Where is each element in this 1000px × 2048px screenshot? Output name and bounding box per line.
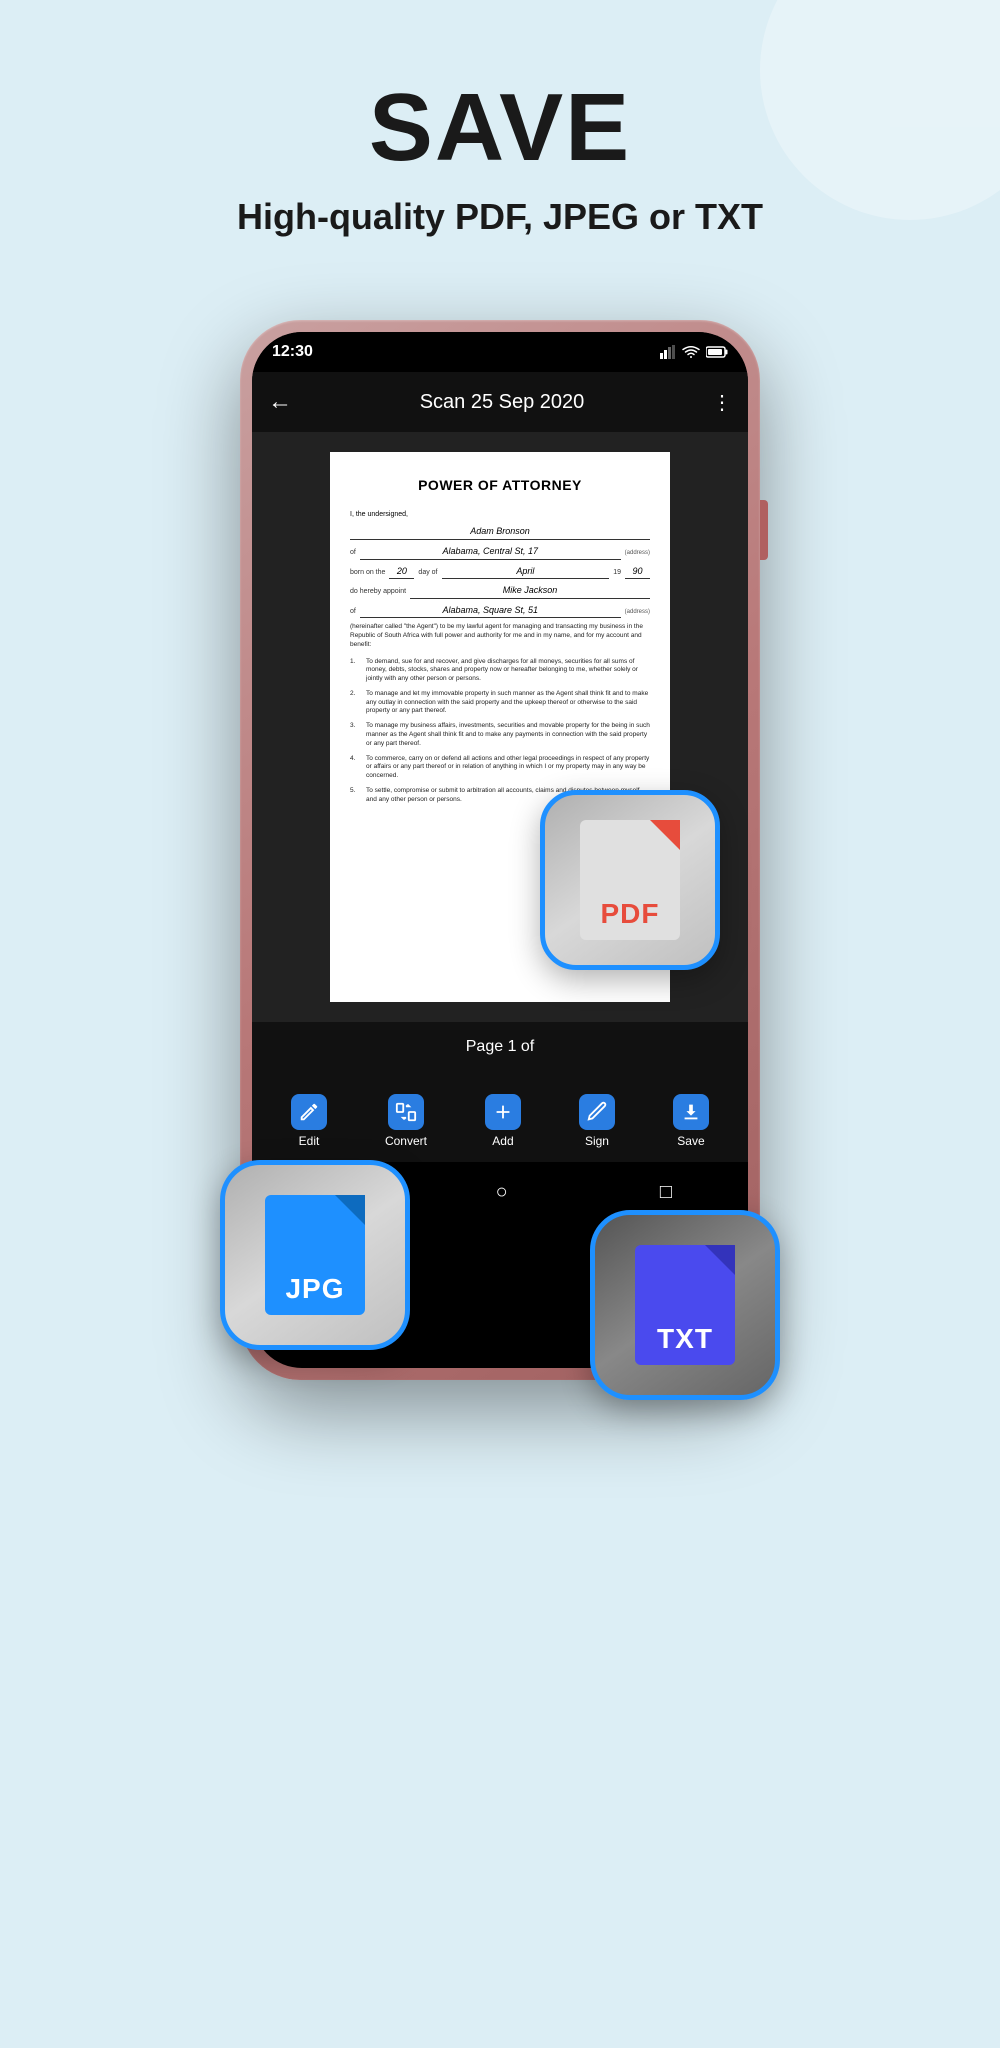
- save-svg: [680, 1101, 702, 1123]
- txt-icon-badge[interactable]: TXT: [590, 1210, 780, 1400]
- status-time: 12:30: [272, 343, 313, 361]
- doc-item-4: 4. To commerce, carry on or defend all a…: [350, 755, 650, 781]
- convert-svg: [395, 1101, 417, 1123]
- save-icon: [673, 1094, 709, 1130]
- page-text: Page 1 of: [466, 1038, 535, 1056]
- doc-born-year-val: 90: [625, 565, 650, 580]
- edit-svg: [298, 1101, 320, 1123]
- doc-born-line: born on the 20 day of April 19 90: [350, 565, 650, 580]
- doc-address-line: of Alabama, Central St, 17 (address): [350, 545, 650, 560]
- doc-address-tag: (address): [625, 549, 650, 557]
- wifi-icon: [682, 345, 700, 359]
- convert-icon: [388, 1094, 424, 1130]
- doc-item-1: 1. To demand, sue for and recover, and g…: [350, 658, 650, 684]
- battery-icon: [706, 346, 728, 358]
- edit-icon: [291, 1094, 327, 1130]
- txt-corner: [705, 1245, 735, 1275]
- pdf-icon-box: PDF: [540, 790, 720, 970]
- nav-home-button[interactable]: ○: [496, 1181, 508, 1204]
- signal-icon: [660, 345, 676, 359]
- add-label: Add: [492, 1134, 513, 1148]
- doc-born-month: April: [442, 565, 610, 580]
- doc-item-3: 3. To manage my business affairs, invest…: [350, 722, 650, 748]
- doc-appoint-address: Alabama, Square St, 51: [360, 604, 621, 619]
- txt-file-icon: TXT: [635, 1245, 735, 1365]
- jpg-file-icon: JPG: [265, 1195, 365, 1315]
- jpg-corner: [335, 1195, 365, 1225]
- page-indicator: Page 1 of: [252, 1022, 748, 1072]
- edit-toolbar-item[interactable]: Edit: [291, 1094, 327, 1148]
- jpg-icon-box: JPG: [220, 1160, 410, 1350]
- doc-appoint-name: Mike Jackson: [410, 584, 650, 599]
- back-button[interactable]: ←: [268, 388, 292, 416]
- pdf-corner: [650, 820, 680, 850]
- doc-appoint-of-label: of: [350, 607, 356, 617]
- jpg-icon-badge[interactable]: JPG: [220, 1160, 410, 1350]
- save-label: Save: [677, 1134, 704, 1148]
- convert-toolbar-item[interactable]: Convert: [385, 1094, 427, 1148]
- doc-item-2: 2. To manage and let my immovable proper…: [350, 690, 650, 716]
- doc-of-label: of: [350, 548, 356, 558]
- app-title: Scan 25 Sep 2020: [304, 391, 700, 414]
- pdf-icon-badge[interactable]: PDF: [540, 790, 740, 990]
- sign-toolbar-item[interactable]: Sign: [579, 1094, 615, 1148]
- sign-svg: [586, 1101, 608, 1123]
- jpg-file-body: JPG: [265, 1195, 365, 1315]
- document-title: POWER OF ATTORNEY: [350, 476, 650, 496]
- txt-file-body: TXT: [635, 1245, 735, 1365]
- doc-day-of-label: day of: [418, 568, 437, 578]
- doc-appoint-address-line: of Alabama, Square St, 51 (address): [350, 604, 650, 619]
- save-toolbar-item[interactable]: Save: [673, 1094, 709, 1148]
- hero-section: SAVE High-quality PDF, JPEG or TXT: [0, 0, 1000, 238]
- status-icons: [660, 345, 728, 359]
- hero-title: SAVE: [0, 80, 1000, 176]
- edit-label: Edit: [299, 1134, 320, 1148]
- convert-label: Convert: [385, 1134, 427, 1148]
- add-icon: [485, 1094, 521, 1130]
- hero-subtitle: High-quality PDF, JPEG or TXT: [0, 196, 1000, 238]
- doc-paragraph: (hereinafter called "the Agent") to be m…: [350, 623, 650, 649]
- phone-mockup: PDF JPG TXT: [240, 320, 760, 1420]
- nav-recents-button[interactable]: □: [660, 1181, 672, 1204]
- doc-intro: I, the undersigned,: [350, 510, 650, 520]
- doc-appoint-line: do hereby appoint Mike Jackson: [350, 584, 650, 599]
- pdf-label: PDF: [580, 898, 680, 930]
- status-bar: 12:30: [252, 332, 748, 372]
- bottom-toolbar: Edit Convert: [252, 1072, 748, 1162]
- pdf-file-body: PDF: [580, 820, 680, 940]
- txt-label: TXT: [635, 1323, 735, 1355]
- doc-born-year-prefix: 19: [613, 568, 621, 578]
- pdf-file-icon: PDF: [580, 820, 680, 940]
- doc-address-value: Alabama, Central St, 17: [360, 545, 621, 560]
- doc-name-value: Adam Bronson: [350, 525, 650, 540]
- doc-name-line: Adam Bronson: [350, 525, 650, 540]
- sign-icon: [579, 1094, 615, 1130]
- txt-icon-box: TXT: [590, 1210, 780, 1400]
- menu-button[interactable]: ⋮: [712, 390, 732, 415]
- doc-born-day: 20: [389, 565, 414, 580]
- jpg-label: JPG: [265, 1273, 365, 1305]
- add-svg: [492, 1101, 514, 1123]
- sign-label: Sign: [585, 1134, 609, 1148]
- doc-born-label: born on the: [350, 568, 385, 578]
- doc-appoint-address-tag: (address): [625, 608, 650, 616]
- phone-power-button: [760, 500, 768, 560]
- app-toolbar: ← Scan 25 Sep 2020 ⋮: [252, 372, 748, 432]
- add-toolbar-item[interactable]: Add: [485, 1094, 521, 1148]
- doc-appoint-label: do hereby appoint: [350, 587, 406, 597]
